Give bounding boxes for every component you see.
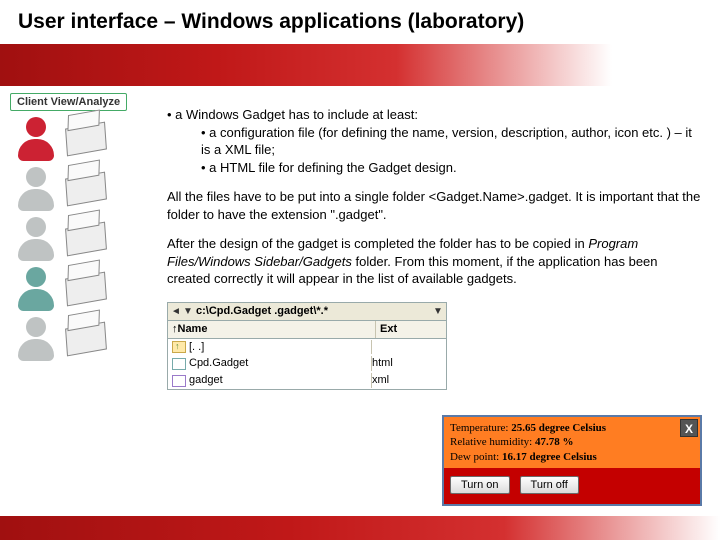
- weather-gadget: X Temperature: 25.65 degree Celsius Rela…: [442, 415, 702, 506]
- file-row[interactable]: Cpd.Gadgethtml: [168, 355, 446, 372]
- folder-up-icon: [172, 341, 186, 353]
- path-text: c:\Cpd.Gadget .gadget\*.*: [194, 304, 432, 319]
- humidity-label: Relative humidity:: [450, 436, 535, 448]
- laptop-icon: [65, 322, 107, 357]
- user-person-icon: [14, 217, 58, 261]
- client-view-analyze-label: Client View/Analyze: [10, 93, 127, 111]
- admin-person-icon: [14, 117, 58, 161]
- footer-stripe: [0, 516, 720, 540]
- html-file-icon: [172, 358, 186, 370]
- turn-on-button[interactable]: Turn on: [450, 476, 510, 494]
- file-name: gadget: [189, 373, 372, 388]
- sidebar-icons: [10, 117, 151, 361]
- text: After the design of the gadget is comple…: [167, 236, 588, 251]
- paragraph: After the design of the gadget is comple…: [167, 235, 702, 288]
- humidity-value: 47.78 %: [535, 436, 574, 448]
- dewpoint-value: 16.17 degree Celsius: [502, 451, 597, 463]
- turn-off-button[interactable]: Turn off: [520, 476, 579, 494]
- sidebar: Client View/Analyze: [0, 86, 155, 506]
- laptop-icon: [65, 272, 107, 307]
- bullet-sub: a HTML file for defining the Gadget desi…: [167, 159, 702, 177]
- bullet-main: a Windows Gadget has to include at least…: [167, 106, 702, 124]
- file-browser: ◄ ▼ c:\Cpd.Gadget .gadget\*.* ▼ ↑Name Ex…: [167, 302, 447, 390]
- laptop-icon: [65, 222, 107, 257]
- file-name: [. .]: [189, 340, 372, 355]
- paragraph: All the files have to be put into a sing…: [167, 188, 702, 223]
- gadget-readout: Temperature: 25.65 degree Celsius Relati…: [444, 417, 700, 468]
- file-row-up[interactable]: [. .]: [168, 339, 446, 356]
- dropdown-end-icon[interactable]: ▼: [432, 305, 444, 319]
- xml-file-icon: [172, 375, 186, 387]
- dropdown-icon[interactable]: ▼: [182, 305, 194, 319]
- bullet-sub: a configuration file (for defining the n…: [167, 124, 702, 159]
- file-row[interactable]: gadgetxml: [168, 372, 446, 389]
- slide-title: User interface – Windows applications (l…: [0, 0, 720, 44]
- user-person-icon: [14, 167, 58, 211]
- col-ext[interactable]: Ext: [376, 321, 446, 338]
- back-arrow-icon[interactable]: ◄: [170, 305, 182, 319]
- file-name: Cpd.Gadget: [189, 356, 372, 371]
- file-ext: xml: [372, 373, 442, 388]
- dewpoint-label: Dew point:: [450, 451, 502, 463]
- user-person-icon: [14, 267, 58, 311]
- temp-label: Temperature:: [450, 422, 511, 434]
- laptop-icon: [65, 172, 107, 207]
- banner-stripe: [0, 44, 720, 86]
- temp-value: 25.65 degree Celsius: [511, 422, 606, 434]
- laptop-icon: [65, 122, 107, 157]
- user-person-icon: [14, 317, 58, 361]
- file-ext: html: [372, 356, 442, 371]
- col-name[interactable]: Name: [178, 323, 208, 335]
- close-button[interactable]: X: [680, 419, 698, 437]
